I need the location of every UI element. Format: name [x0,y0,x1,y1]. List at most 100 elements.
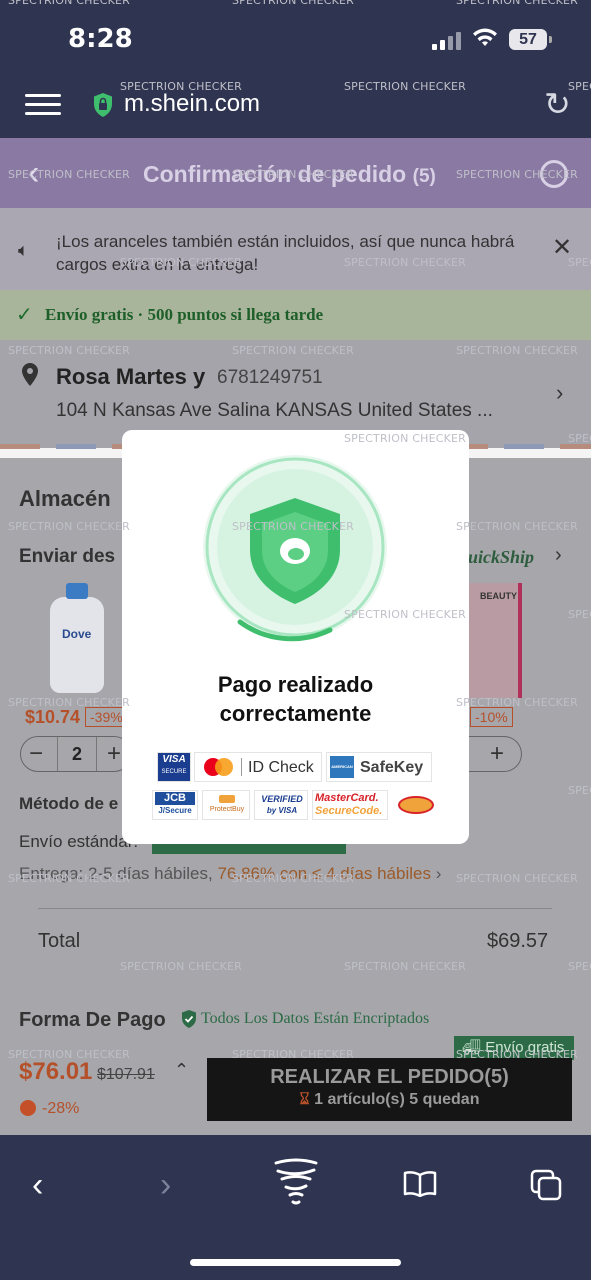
success-title: Pago realizado correctamente [217,672,374,726]
total-label: Total [38,930,81,952]
watermark: SPECTRION CHECKER [8,0,131,7]
product-brand: Dove [62,627,92,641]
browser-address-bar: m.shein.com ↻ [0,72,591,138]
quantity-value[interactable]: 2 [57,737,97,771]
tabs-icon[interactable] [530,1169,562,1201]
checkmark-icon: ✓ [16,304,33,326]
watermark: SPECTRION CHECKER [8,872,131,885]
tornado-icon[interactable] [272,1157,320,1207]
watermark: SPEC [568,256,591,269]
location-pin-icon [20,362,40,388]
order-total-price: $76.01 [19,1058,93,1085]
watermark: SPECTRION CHECKER [456,168,579,181]
notice-text: ¡Los aranceles también están incluidos, … [56,232,515,274]
cellular-signal-icon [432,30,464,50]
watermark: SPECTRION CHECKER [344,256,467,269]
discount-icon [20,1100,36,1116]
watermark: SPECTRION CHECKER [120,80,243,93]
place-order-subtext: ⌛︎ 1 artículo(s) 5 quedan [299,1091,480,1108]
watermark: SPECTRION CHECKER [344,80,467,93]
increment-button[interactable]: + [490,740,504,768]
place-order-label: REALIZAR EL PEDIDO(5) [270,1066,509,1088]
watermark: SPECTRION CHECKER [8,696,131,709]
back-icon[interactable]: ‹ [32,1165,43,1205]
discount-percent: -28% [42,1100,80,1117]
watermark: SPECTRION CHECKER [344,960,467,973]
url-text[interactable]: m.shein.com [124,90,260,118]
watermark: SPECTRION CHECKER [8,1048,131,1061]
item-count: (5) [412,166,436,187]
increment-button[interactable]: + [107,740,121,768]
product-image-beauty[interactable]: BEAUTY [466,583,522,698]
speaker-icon: 🔈︎ [18,240,29,260]
status-time: 8:28 [68,24,133,54]
hourglass-icon: ⌛︎ [299,1091,310,1108]
watermark: SPECTRION CHECKER [120,960,243,973]
watermark: SPECTRION CHECKER [456,872,579,885]
watermark: SPECTRION CHECKER [232,520,355,533]
lock-icon [92,92,114,118]
recipient-name: Rosa Martes y [56,364,206,389]
reload-icon[interactable]: ↻ [544,86,571,122]
browser-toolbar: ‹ › [0,1135,591,1280]
watermark: SPECTRION CHECKER [232,344,355,357]
jcb-jsecure-logo: JCB J/Secure [152,790,198,820]
forward-icon[interactable]: › [160,1165,171,1205]
free-shipping-banner: ✓ Envío gratis · 500 puntos si llega tar… [0,290,591,340]
discount-badge: -10% [470,707,513,727]
divider [38,908,552,909]
watermark: SPECTRION CHECKER [344,608,467,621]
watermark: SPECTRION CHECKER [456,344,579,357]
chevron-right-icon[interactable]: › [555,544,562,567]
wifi-icon [472,26,498,52]
menu-icon[interactable] [25,94,61,116]
verified-by-visa-logo: VERIFIED by VISA [254,790,308,820]
watermark: SPECTRION CHECKER [344,432,467,445]
address-line: 104 N Kansas Ave Salina KANSAS United St… [56,400,493,421]
original-price: $107.91 [97,1066,155,1083]
payment-success-dialog: Pago realizado correctamente VISA SECURE … [122,430,469,844]
watermark: SPECTRION CHECKER [456,1048,579,1061]
shield-check-icon [180,1009,198,1029]
decrement-button[interactable]: − [29,740,43,768]
shipping-method-title: Método de e [19,794,119,813]
quantity-stepper: + [466,736,522,772]
watermark: SPEC [568,432,591,445]
send-from-label: Enviar des [19,546,116,567]
bookmarks-icon[interactable] [403,1171,437,1198]
payment-security-logos: VISA SECURE ID Check AMERICAN EXPRESS Sa… [152,750,442,830]
free-shipping-text: Envío gratis · 500 puntos si llega tarde [45,305,324,324]
caret-up-icon[interactable]: ⌃ [174,1060,189,1081]
watermark: SPEC [568,960,591,973]
chevron-right-icon[interactable]: › [556,380,563,406]
recipient-phone: 6781249751 [217,367,323,388]
watermark: SPEC [568,784,591,797]
status-bar: 8:28 57 [0,0,591,72]
watermark: SPECTRION CHECKER [456,0,579,7]
watermark: SPECTRION CHECKER [8,520,131,533]
encryption-note: Todos Los Datos Están Encriptados [201,1010,430,1027]
watermark: SPECTRION CHECKER [232,872,355,885]
visa-secure-logo: VISA SECURE [157,752,191,782]
protectbuy-logo: ProtectBuy [202,790,250,820]
mastercard-id-check-logo: ID Check [194,752,322,782]
home-indicator[interactable] [190,1259,401,1266]
place-order-button[interactable]: REALIZAR EL PEDIDO(5) ⌛︎ 1 artículo(s) 5… [207,1058,572,1121]
duties-notice: 🔈︎ ¡Los aranceles también están incluido… [0,208,591,290]
product-image-dove[interactable]: Dove [48,583,106,693]
amex-safekey-logo: AMERICAN EXPRESS SafeKey [326,752,432,782]
mastercard-securecode-logo: MasterCard. SecureCode. [312,790,388,820]
watermark: SPECTRION CHECKER [456,520,579,533]
watermark: SPECTRION CHECKER [8,344,131,357]
safekey-badge-logo [392,790,440,820]
watermark: SPEC [568,608,591,621]
product-price: $10.74 [25,707,81,727]
watermark: SPECTRION CHECKER [232,1048,355,1061]
total-value: $69.57 [487,930,549,952]
watermark: SPEC [568,80,591,93]
quantity-stepper: − 2 + [20,736,132,772]
watermark: SPECTRION CHECKER [232,0,355,7]
warehouse-title: Almacén [19,486,111,511]
watermark: SPECTRION CHECKER [8,168,131,181]
watermark: SPECTRION CHECKER [232,168,355,181]
